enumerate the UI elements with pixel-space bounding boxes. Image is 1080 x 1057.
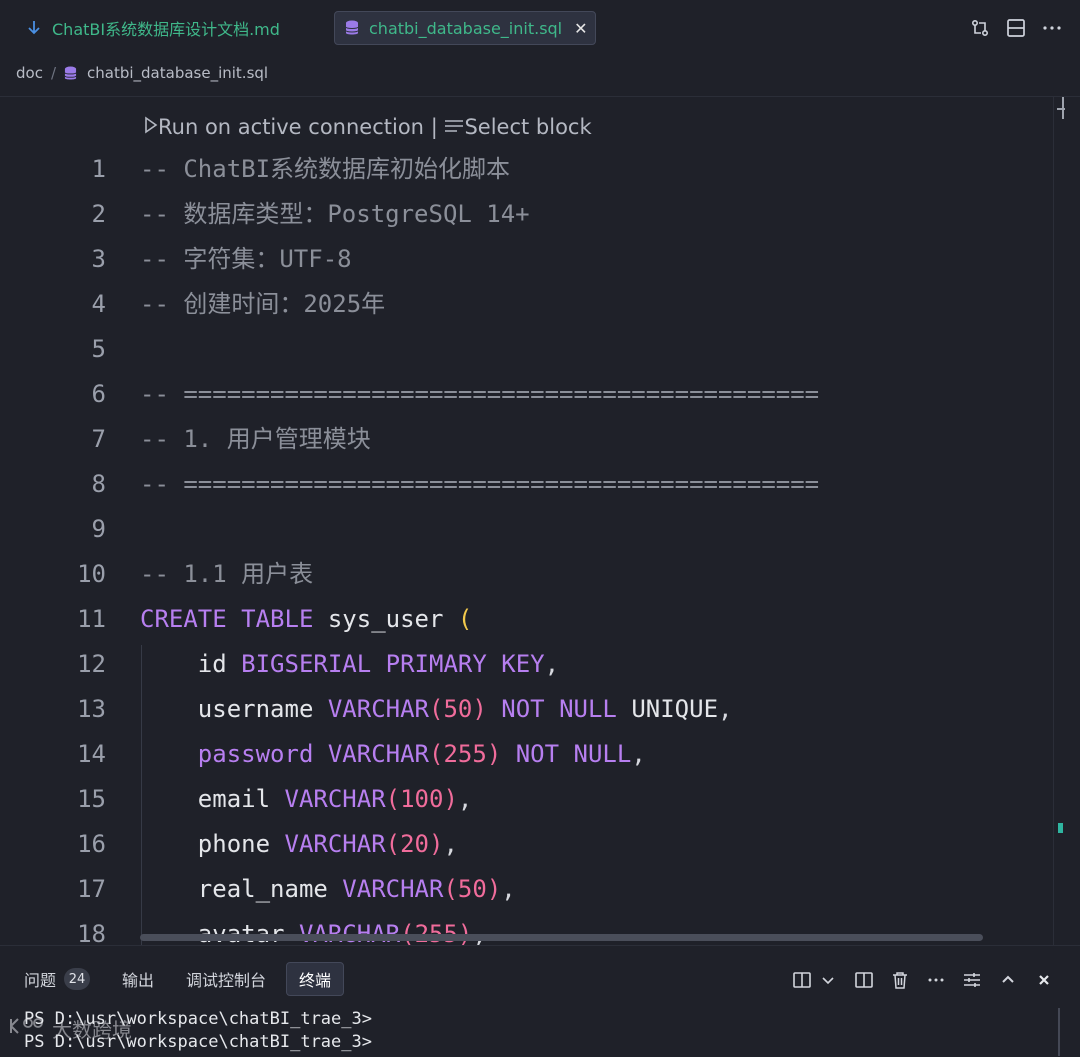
tab-sql-file[interactable]: chatbi_database_init.sql ✕ <box>334 11 596 45</box>
tab-problems[interactable]: 问题 24 <box>12 962 102 996</box>
code-text: -- ChatBI系统数据库初始化脚本 <box>140 155 511 183</box>
watermark: 大数跨境 <box>8 1014 132 1043</box>
line-number: 14 <box>77 740 106 768</box>
code-editor[interactable]: Run on active connection | Select block … <box>0 97 1080 945</box>
tab-label: 终端 <box>299 971 332 990</box>
line-number: 7 <box>91 425 106 453</box>
code-line[interactable]: 1 -- ChatBI系统数据库初始化脚本 <box>0 147 1050 192</box>
chevron-down-icon[interactable] <box>818 970 838 990</box>
line-number: 3 <box>91 245 106 273</box>
code-text: CREATE TABLE sys_user ( <box>140 605 473 633</box>
chevron-up-icon[interactable] <box>998 970 1018 990</box>
breadcrumb: doc / chatbi_database_init.sql <box>16 62 268 84</box>
close-icon[interactable] <box>1034 970 1054 990</box>
line-number: 4 <box>91 290 106 318</box>
tab-design-doc[interactable]: ChatBI系统数据库设计文档.md <box>16 11 292 45</box>
code-line[interactable]: 16 phone VARCHAR(20), <box>0 822 1050 867</box>
breadcrumb-separator: / <box>50 64 57 82</box>
tab-debug-console[interactable]: 调试控制台 <box>174 962 278 996</box>
code-line[interactable]: 11 CREATE TABLE sys_user ( <box>0 597 1050 642</box>
code-line[interactable]: 12 id BIGSERIAL PRIMARY KEY, <box>0 642 1050 687</box>
line-number: 5 <box>91 335 106 363</box>
code-text: password VARCHAR(255) NOT NULL, <box>197 740 646 768</box>
tab-label: chatbi_database_init.sql <box>369 18 563 38</box>
code-line[interactable]: 14 password VARCHAR(255) NOT NULL, <box>0 732 1050 777</box>
code-text: id BIGSERIAL PRIMARY KEY, <box>197 650 560 678</box>
more-actions-icon[interactable] <box>1042 17 1062 39</box>
trash-icon[interactable] <box>890 970 910 990</box>
line-number: 17 <box>77 875 106 903</box>
tab-label: 输出 <box>122 971 155 990</box>
code-text: real_name VARCHAR(50), <box>197 875 516 903</box>
select-block-link[interactable]: Select block <box>464 115 591 139</box>
line-number: 12 <box>77 650 106 678</box>
line-number: 13 <box>77 695 106 723</box>
breadcrumb-folder[interactable]: doc <box>16 64 43 82</box>
line-number: 16 <box>77 830 106 858</box>
settings-sliders-icon[interactable] <box>962 970 982 990</box>
line-number: 8 <box>91 470 106 498</box>
line-number: 1 <box>91 155 106 183</box>
code-text: phone VARCHAR(20), <box>197 830 458 858</box>
code-line[interactable]: 5 <box>0 327 1050 372</box>
code-text: -- =====================================… <box>140 470 820 498</box>
codelens: Run on active connection | Select block <box>144 115 592 139</box>
change-marker <box>1058 823 1063 833</box>
line-number: 18 <box>77 920 106 945</box>
line-number: 9 <box>91 515 106 543</box>
tab-label: 问题 <box>24 971 57 990</box>
code-line[interactable]: 10 -- 1.1 用户表 <box>0 552 1050 597</box>
breadcrumb-file[interactable]: chatbi_database_init.sql <box>87 64 268 82</box>
line-number: 6 <box>91 380 106 408</box>
code-line[interactable]: 7 -- 1. 用户管理模块 <box>0 417 1050 462</box>
line-number: 2 <box>91 200 106 228</box>
split-editor-icon[interactable] <box>1006 17 1026 39</box>
problems-count-badge: 24 <box>64 968 91 990</box>
database-icon <box>345 20 359 36</box>
watermark-text: 大数跨境 <box>52 1018 132 1042</box>
code-text: -- 数据库类型：PostgreSQL 14+ <box>140 200 530 228</box>
editor-tab-bar: ChatBI系统数据库设计文档.md chatbi_database_init.… <box>0 0 1080 58</box>
markdown-arrow-icon <box>26 20 42 36</box>
code-line[interactable]: 9 <box>0 507 1050 552</box>
code-line[interactable]: 8 -- ====================================… <box>0 462 1050 507</box>
code-line[interactable]: 17 real_name VARCHAR(50), <box>0 867 1050 912</box>
code-text: username VARCHAR(50) NOT NULL UNIQUE, <box>197 695 733 723</box>
tab-terminal[interactable]: 终端 <box>286 962 345 996</box>
terminal-scrollbar[interactable] <box>1058 1008 1060 1056</box>
watermark-logo-icon <box>8 1015 48 1042</box>
code-line[interactable]: 3 -- 字符集：UTF-8 <box>0 237 1050 282</box>
run-on-connection-link[interactable]: Run on active connection <box>158 115 424 139</box>
cursor-marker <box>1057 108 1065 110</box>
run-icon[interactable] <box>144 115 158 139</box>
tab-label: 调试控制台 <box>186 971 267 990</box>
code-text: -- 1.1 用户表 <box>140 560 314 588</box>
horizontal-scrollbar[interactable] <box>140 934 983 941</box>
code-line[interactable]: 4 -- 创建时间：2025年 <box>0 282 1050 327</box>
vertical-scrollbar[interactable] <box>1053 97 1054 945</box>
tab-label: ChatBI系统数据库设计文档.md <box>52 20 280 39</box>
compare-changes-icon[interactable] <box>970 17 990 39</box>
code-line[interactable]: 13 username VARCHAR(50) NOT NULL UNIQUE, <box>0 687 1050 732</box>
code-text: -- =====================================… <box>140 380 820 408</box>
code-line[interactable]: 15 email VARCHAR(100), <box>0 777 1050 822</box>
code-text: -- 字符集：UTF-8 <box>140 245 352 273</box>
database-icon <box>64 66 77 81</box>
more-actions-icon[interactable] <box>926 970 946 990</box>
codelens-separator: | <box>430 115 438 139</box>
line-number: 15 <box>77 785 106 813</box>
code-text: email VARCHAR(100), <box>197 785 473 813</box>
close-icon[interactable]: ✕ <box>574 19 587 38</box>
tab-output[interactable]: 输出 <box>110 962 166 996</box>
split-terminal-icon[interactable] <box>792 970 812 990</box>
code-line[interactable]: 2 -- 数据库类型：PostgreSQL 14+ <box>0 192 1050 237</box>
bottom-panel: 问题 24 输出 调试控制台 终端 PS D:\usr\workspace\ch… <box>0 945 1080 1057</box>
select-block-icon[interactable] <box>444 115 464 139</box>
code-text: -- 创建时间：2025年 <box>140 290 386 318</box>
code-line[interactable]: 6 -- ====================================… <box>0 372 1050 417</box>
line-number: 11 <box>77 605 106 633</box>
layout-icon[interactable] <box>854 970 874 990</box>
line-number: 10 <box>77 560 106 588</box>
code-text: -- 1. 用户管理模块 <box>140 425 371 453</box>
